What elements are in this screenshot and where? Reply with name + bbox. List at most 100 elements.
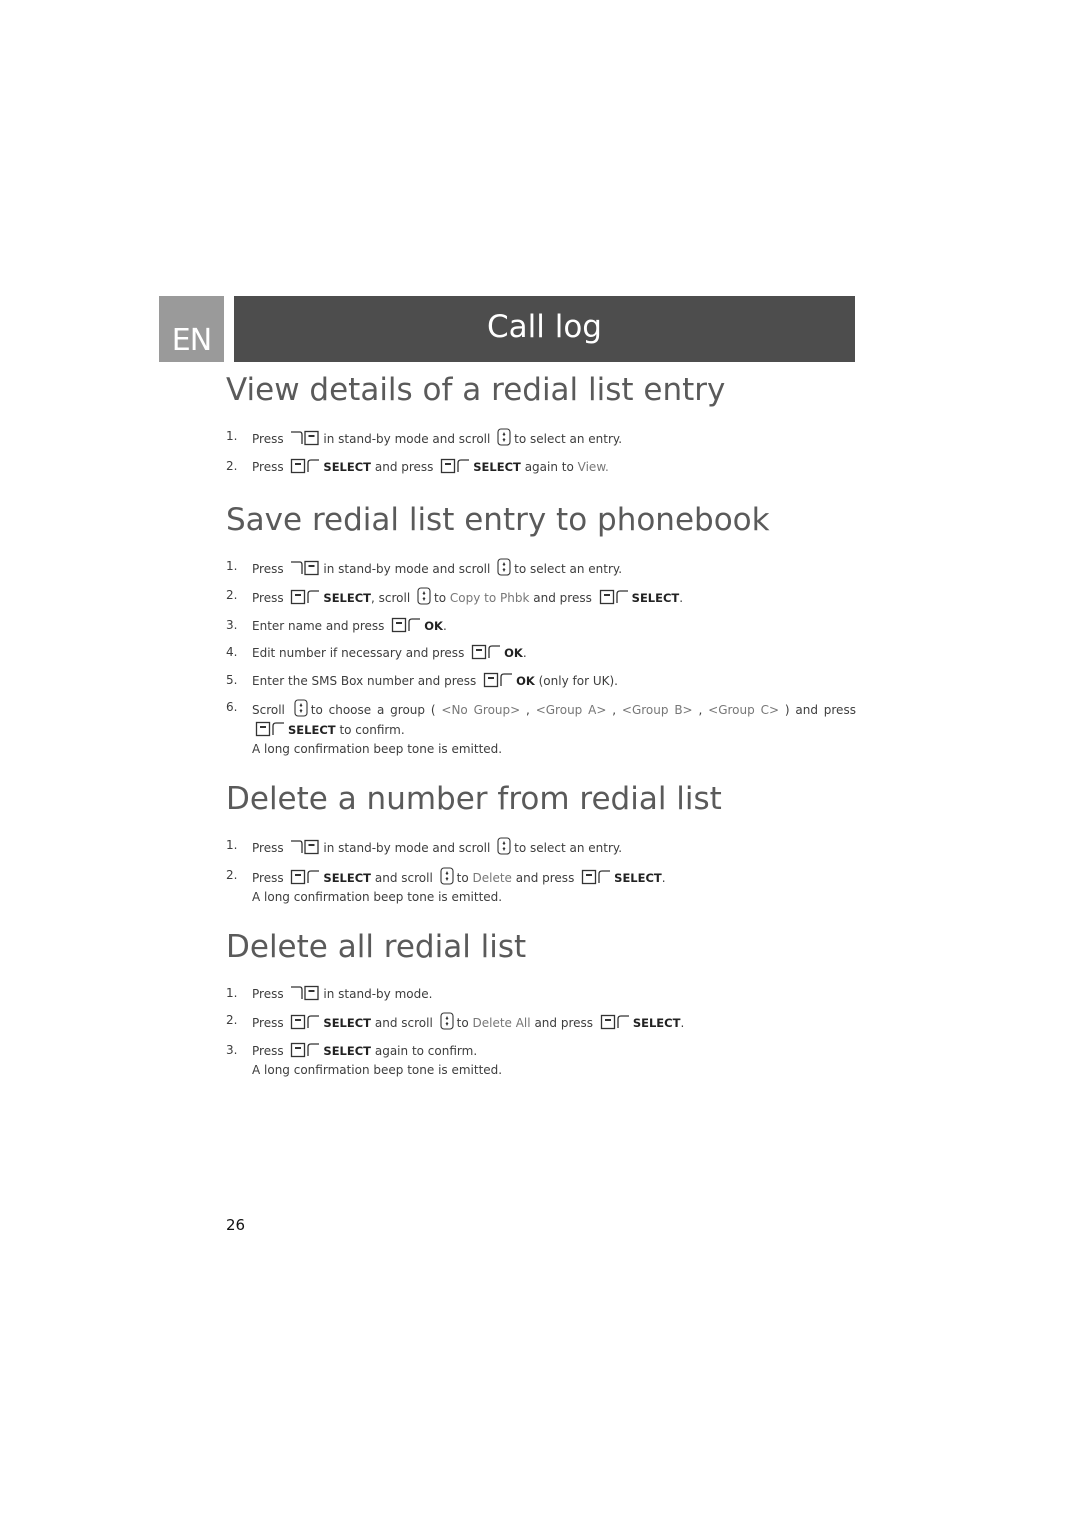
left-softkey-icon (290, 1014, 320, 1034)
section: Delete a number from redial list 1. Press … (226, 777, 856, 905)
left-softkey-icon (471, 644, 501, 664)
step-number: 2. (226, 1013, 238, 1027)
menu-option: <Group B> (621, 703, 693, 717)
nav-scroll-icon (497, 428, 511, 450)
menu-option: Delete (472, 870, 512, 885)
left-softkey-icon (255, 721, 285, 741)
section-heading: Delete a number from redial list (226, 781, 722, 817)
list-item: 3. Press SELECT again to confirm. A long … (226, 1042, 856, 1078)
list-item: 2. Press SELECT and scroll to Delete All … (226, 1012, 856, 1034)
nav-scroll-icon (294, 699, 308, 721)
section-heading: Save redial list entry to phonebook (226, 501, 770, 538)
section: View details of a redial list entry 1. Pre… (226, 368, 856, 478)
step-text: Enter name and press (252, 618, 385, 633)
softkey-label: SELECT (473, 459, 521, 474)
step-text: Press (252, 459, 284, 474)
softkey-label: SELECT (631, 591, 680, 605)
list-item: 1. Press in stand-by mode. (226, 985, 856, 1005)
left-softkey-icon (290, 1042, 320, 1062)
step-text: . (661, 870, 666, 885)
step-text: to choose a group ( (310, 703, 436, 717)
nav-scroll-icon (440, 1012, 454, 1034)
softkey-label: OK (516, 673, 535, 688)
step-list: 1. Press in stand-by mode and scroll to s… (226, 837, 856, 905)
list-item: 1. Press in stand-by mode and scroll to s… (226, 837, 856, 859)
step-text: and press (533, 591, 592, 605)
step-text: in stand-by mode. (323, 986, 433, 1001)
step-number: 4. (226, 645, 238, 659)
menu-option: Delete All (472, 1016, 531, 1030)
softkey-label: SELECT (323, 1016, 372, 1030)
menu-option: View. (577, 459, 609, 474)
step-text: . (442, 618, 447, 633)
softkey-label: SELECT (323, 591, 372, 605)
softkey-label: SELECT (632, 1016, 681, 1030)
softkey-label: SELECT (288, 723, 336, 737)
step-text: . (522, 646, 527, 660)
left-softkey-icon (483, 672, 513, 692)
menu-option: <No Group> (441, 703, 521, 717)
softkey-label: OK (424, 618, 443, 633)
step-text: to select an entry. (514, 561, 623, 576)
step-text: and press (374, 459, 434, 474)
step-text: , (698, 703, 703, 717)
step-text: in stand-by mode and scroll (323, 432, 491, 446)
step-text: , scroll (371, 591, 411, 605)
step-text: Enter the SMS Box number and press (252, 673, 477, 688)
step-text: Press (252, 1016, 284, 1030)
step-text: and scroll (374, 870, 433, 885)
step-text: and scroll (374, 1016, 433, 1030)
step-number: 2. (226, 588, 238, 602)
step-list: 1. Press in stand-by mode and scroll to s… (226, 557, 856, 758)
step-text: (only for UK). (538, 673, 618, 688)
nav-scroll-icon (440, 866, 454, 889)
step-text: to (434, 591, 447, 605)
step-text: . (679, 591, 684, 605)
call-key-icon (290, 560, 320, 580)
step-text: , (612, 703, 617, 717)
step-text: and press (534, 1016, 594, 1030)
softkey-label: OK (504, 646, 523, 660)
softkey-label: SELECT (323, 870, 372, 885)
step-text: Press (252, 841, 284, 855)
step-text: to (456, 1016, 469, 1030)
step-number: 1. (226, 429, 238, 443)
step-note: A long confirmation beep tone is emitted… (252, 889, 503, 904)
list-item: 3. Enter name and press OK. (226, 617, 856, 637)
step-text: ) and press (784, 703, 856, 717)
left-softkey-icon (440, 458, 470, 478)
softkey-label: SELECT (323, 1043, 372, 1058)
softkey-label: SELECT (323, 459, 372, 474)
step-text: to select an entry. (514, 432, 623, 446)
page-content: View details of a redial list entry 1. Pre… (226, 368, 856, 1098)
step-number: 3. (226, 617, 238, 632)
nav-scroll-icon (497, 837, 511, 859)
step-number: 1. (226, 558, 238, 573)
step-text: to confirm. (339, 723, 405, 737)
left-softkey-icon (581, 869, 611, 889)
call-key-icon (290, 430, 320, 450)
left-softkey-icon (290, 458, 320, 478)
step-text: again to confirm. (374, 1043, 478, 1058)
left-softkey-icon (391, 617, 421, 637)
step-text: Press (252, 591, 284, 605)
section-heading: View details of a redial list entry (226, 372, 726, 408)
step-number: 2. (226, 867, 238, 882)
menu-option: <Group C> (708, 703, 779, 717)
step-list: 1. Press in stand-by mode and scroll to s… (226, 428, 856, 478)
call-key-icon (290, 985, 320, 1005)
step-number: 2. (226, 458, 238, 473)
left-softkey-icon (290, 589, 320, 609)
step-text: Edit number if necessary and press (252, 646, 465, 660)
chapter-title: Call log (487, 309, 602, 345)
step-text: in stand-by mode and scroll (323, 561, 491, 576)
section: Delete all redial list 1. Press in stand-b… (226, 925, 856, 1078)
step-text: Press (252, 1043, 284, 1058)
step-note: A long confirmation beep tone is emitted… (252, 742, 503, 756)
language-label: EN (171, 323, 212, 358)
chapter-title-bar: Call log (234, 296, 855, 362)
left-softkey-icon (599, 589, 629, 609)
step-number: 5. (226, 672, 238, 687)
step-text: to (456, 870, 469, 885)
section: Save redial list entry to phonebook 1. Pre… (226, 498, 856, 758)
